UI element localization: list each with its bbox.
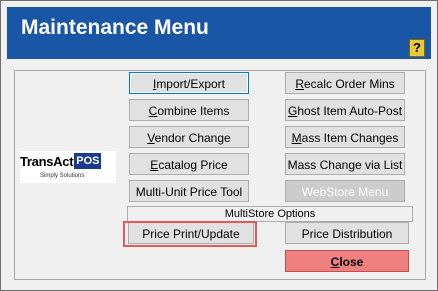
- logo-text-transact: TransAct: [20, 153, 74, 169]
- close-button[interactable]: Close: [285, 250, 409, 272]
- import-export-button[interactable]: Import/Export: [129, 72, 249, 94]
- title-bar: Maintenance Menu ?: [7, 7, 431, 59]
- multi-unit-price-tool-button[interactable]: Multi-Unit Price Tool: [129, 180, 249, 202]
- combine-items-button[interactable]: Combine Items: [129, 99, 249, 121]
- window-title: Maintenance Menu: [21, 16, 209, 39]
- maintenance-menu-window: Maintenance Menu ? TransAct POS Simply S…: [0, 0, 438, 291]
- logo-tagline: Simply Solutions: [40, 173, 85, 179]
- ecatalog-price-control-button[interactable]: Ecatalog Price Control: [129, 153, 249, 194]
- vendor-change-button[interactable]: Vendor Change: [129, 126, 249, 148]
- ghost-item-auto-post-button[interactable]: Ghost Item Auto-Post: [285, 99, 405, 121]
- price-distribution-button[interactable]: Price Distribution: [285, 222, 409, 244]
- logo-text-pos: POS: [74, 153, 102, 169]
- transact-pos-logo: TransAct POS Simply Solutions: [20, 151, 116, 183]
- recalc-order-mins-button[interactable]: Recalc Order Mins: [285, 72, 405, 94]
- mass-change-via-list-button[interactable]: Mass Change via List: [285, 153, 405, 175]
- help-icon[interactable]: ?: [409, 39, 425, 57]
- highlight-outline: [123, 221, 257, 247]
- webstore-menu-button[interactable]: WebStore Menu: [285, 180, 405, 202]
- multistore-options-group: MultiStore Options: [127, 206, 413, 222]
- mass-item-changes-button[interactable]: Mass Item Changes: [285, 126, 405, 148]
